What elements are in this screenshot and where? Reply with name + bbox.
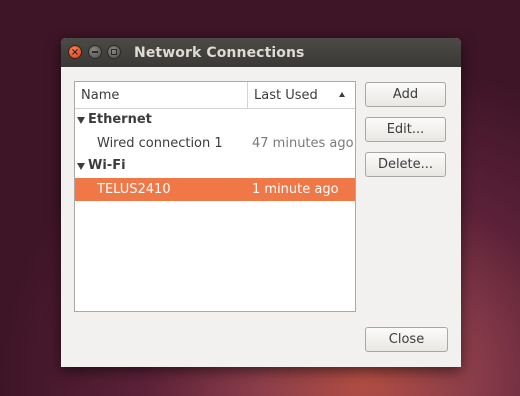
connection-name: TELUS2410 (97, 182, 171, 197)
window-close-button[interactable]: × (68, 45, 82, 59)
connection-last-used: 1 minute ago (252, 182, 339, 197)
window-maximize-button[interactable] (107, 45, 121, 59)
close-button[interactable]: Close (365, 327, 448, 352)
group-label: Ethernet (88, 112, 152, 127)
network-connections-window: × Network Connections Name Last Used Eth… (61, 38, 461, 367)
titlebar: × Network Connections (61, 38, 461, 67)
connection-row-wired-connection-1[interactable]: Wired connection 1 47 minutes ago (75, 132, 355, 155)
close-icon: × (70, 47, 80, 58)
delete-button[interactable]: Delete... (365, 152, 446, 177)
minimize-icon (92, 51, 98, 53)
group-label: Wi-Fi (88, 158, 126, 173)
group-row-wifi[interactable]: Wi-Fi (75, 155, 355, 178)
desktop-background: × Network Connections Name Last Used Eth… (0, 0, 520, 396)
group-row-ethernet[interactable]: Ethernet (75, 109, 355, 132)
maximize-icon (111, 49, 117, 55)
sort-ascending-icon (339, 92, 345, 97)
add-button[interactable]: Add (365, 82, 446, 107)
window-minimize-button[interactable] (88, 45, 102, 59)
list-header: Name Last Used (75, 82, 355, 109)
expander-down-icon[interactable] (77, 117, 85, 124)
window-title: Network Connections (134, 45, 305, 61)
column-separator (247, 82, 248, 108)
connection-name: Wired connection 1 (97, 136, 223, 151)
connection-last-used: 47 minutes ago (252, 136, 354, 151)
column-header-name[interactable]: Name (81, 88, 119, 103)
edit-button[interactable]: Edit... (365, 117, 446, 142)
column-header-last-used[interactable]: Last Used (254, 88, 318, 103)
connections-list[interactable]: Name Last Used Ethernet Wired connection… (74, 81, 356, 312)
expander-down-icon[interactable] (77, 163, 85, 170)
connection-row-telus2410[interactable]: TELUS2410 1 minute ago (75, 178, 355, 201)
